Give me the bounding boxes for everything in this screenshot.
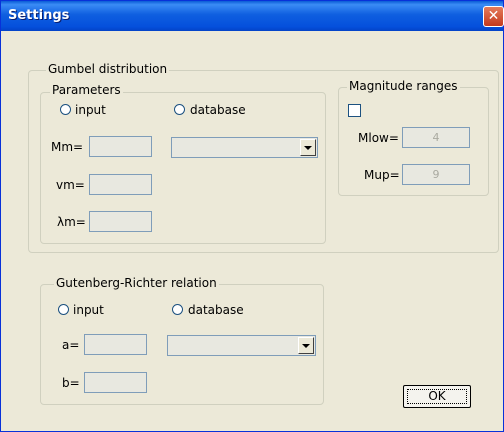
b-label: b= (62, 376, 80, 390)
chevron-down-icon[interactable] (298, 337, 314, 354)
gr-database-label: database (188, 303, 244, 317)
param-database-select[interactable] (171, 137, 318, 158)
parameters-legend: Parameters (50, 83, 123, 97)
ok-label: OK (428, 389, 446, 403)
b-field[interactable] (84, 372, 147, 393)
param-database-radio[interactable] (174, 104, 185, 115)
param-input-label: input (75, 103, 106, 117)
a-label: a= (62, 338, 80, 352)
gr-legend: Gutenberg-Richter relation (54, 276, 219, 290)
mlow-label: Mlow= (358, 131, 399, 145)
gumbel-legend: Gumbel distribution (46, 62, 170, 76)
gr-input-radio[interactable] (58, 304, 69, 315)
magnitude-ranges-legend: Magnitude ranges (347, 79, 460, 93)
ok-button[interactable]: OK (403, 385, 471, 408)
lambda-m-label: λm= (57, 215, 86, 229)
mlow-field[interactable]: 4 (402, 127, 470, 148)
lambda-m-field[interactable] (89, 211, 152, 232)
param-input-radio[interactable] (60, 104, 71, 115)
magnitude-ranges-checkbox[interactable] (348, 104, 361, 117)
param-database-label: database (190, 103, 246, 117)
gr-database-radio[interactable] (172, 304, 183, 315)
vm-field[interactable] (89, 174, 152, 195)
settings-window: Settings ✕ Gumbel distribution Parameter… (0, 0, 504, 432)
chevron-down-icon[interactable] (300, 139, 316, 156)
close-icon[interactable]: ✕ (483, 6, 504, 27)
a-field[interactable] (84, 334, 147, 355)
mm-label: Mm= (51, 140, 84, 154)
vm-label: vm= (56, 178, 85, 192)
mm-field[interactable] (89, 136, 152, 157)
window-title: Settings (8, 8, 70, 23)
mup-label: Mup= (364, 168, 400, 182)
gr-input-label: input (73, 303, 104, 317)
mup-field[interactable]: 9 (402, 164, 470, 185)
title-bar: Settings ✕ (1, 1, 504, 31)
gr-database-select[interactable] (167, 335, 316, 356)
